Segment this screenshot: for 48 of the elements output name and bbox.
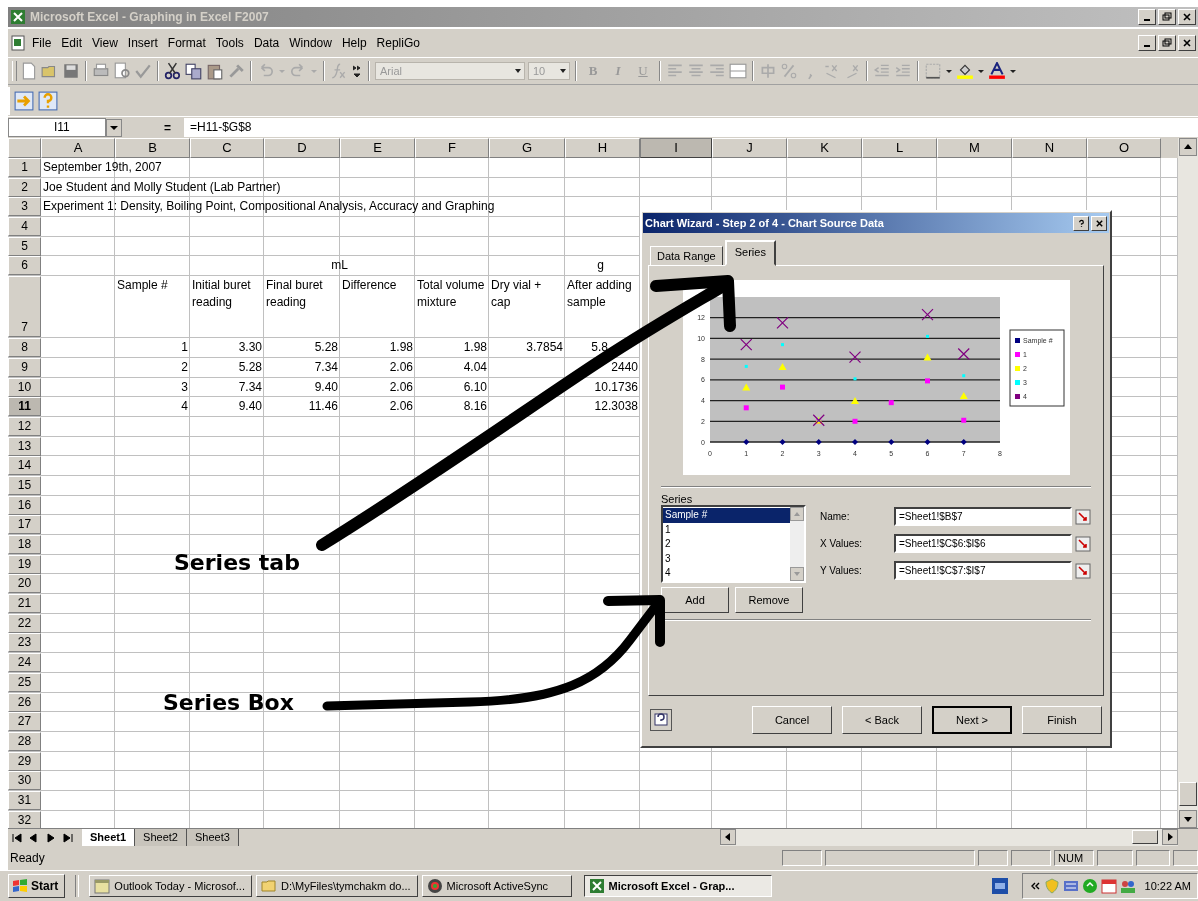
cell-text: 5.28 bbox=[237, 358, 263, 376]
cell-text: 10.1736 bbox=[593, 378, 639, 396]
cell-text: g bbox=[596, 257, 605, 275]
cell-text: 4 bbox=[180, 398, 189, 416]
cell-text: Initial buret reading bbox=[191, 277, 252, 312]
cell-text: 2 bbox=[180, 358, 189, 376]
annotation-label: Series Box bbox=[163, 690, 294, 715]
field-label: X Values: bbox=[820, 538, 864, 549]
cell-text: 1.98 bbox=[388, 339, 414, 357]
cell-text: 3.7854 bbox=[525, 339, 564, 357]
annotation-label: Series tab bbox=[174, 550, 300, 575]
cell-text: 3 bbox=[180, 378, 189, 396]
cell-text: 9.40 bbox=[237, 398, 263, 416]
cell-text: 2.06 bbox=[388, 378, 414, 396]
cell-text: Joe Student and Molly Student (Lab Partner) bbox=[42, 178, 282, 196]
dialog-title: Chart Wizard - Step 2 of 4 - Chart Source Data bbox=[645, 217, 884, 229]
cell-text: 6.10 bbox=[462, 378, 488, 396]
clock: 10:22 AM bbox=[1144, 880, 1191, 892]
cell-text: 7.34 bbox=[313, 358, 339, 376]
cell-text: 5.8 bbox=[590, 339, 609, 357]
cell-text: 1.98 bbox=[462, 339, 488, 357]
status-text: Ready bbox=[10, 851, 45, 865]
cell-text: 1 bbox=[180, 339, 189, 357]
cell-text: After adding sample bbox=[566, 277, 633, 312]
cell-text: Final buret reading bbox=[265, 277, 324, 312]
series-label: Series bbox=[661, 493, 694, 505]
cell-text: mL bbox=[330, 257, 349, 275]
cell-text: 7.34 bbox=[237, 378, 263, 396]
cell-text: Total volume mixture bbox=[416, 277, 486, 312]
cell-text: Difference bbox=[341, 277, 398, 295]
cell-text: 3.30 bbox=[237, 339, 263, 357]
cell-text: 12.3038 bbox=[593, 398, 639, 416]
cell-text: 2440 bbox=[610, 358, 639, 376]
cell-text: 2.06 bbox=[388, 358, 414, 376]
field-label: Name: bbox=[820, 511, 851, 522]
cell-text: 4.04 bbox=[462, 358, 488, 376]
field-label: Y Values: bbox=[820, 565, 863, 576]
cell-text: Sample # bbox=[116, 277, 169, 295]
cell-text: 2.06 bbox=[388, 398, 414, 416]
cell-text: Dry vial + cap bbox=[490, 277, 543, 312]
window-title: Microsoft Excel - Graphing in Excel F2007 bbox=[30, 10, 269, 24]
cell-text: Experiment 1: Density, Boiling Point, Compositional Analysis, Accuracy and Graphing bbox=[42, 198, 496, 216]
status-indicator: NUM bbox=[1054, 850, 1094, 866]
cell-text: 11.46 bbox=[307, 398, 339, 416]
cell-text: 9.40 bbox=[313, 378, 339, 396]
cell-text: 5.28 bbox=[313, 339, 339, 357]
cell-text: 8.16 bbox=[462, 398, 488, 416]
cell-text: September 19th, 2007 bbox=[42, 159, 163, 176]
